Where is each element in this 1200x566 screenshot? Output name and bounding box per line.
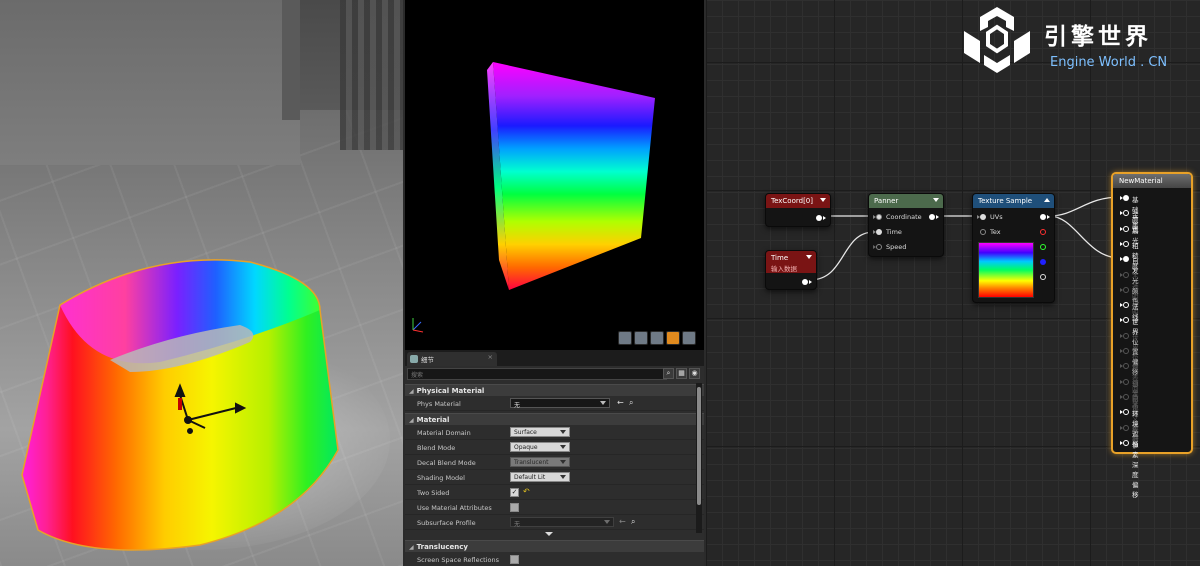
engine-world-logo: 引擎世界 Engine World . CN [960,5,1192,77]
material-editor-window: 细节 × 搜索 ⌕ ▦ ◉ ◢ Physical Material Phys Ma… [0,0,1200,566]
details-panel: 细节 × 搜索 ⌕ ▦ ◉ ◢ Physical Material Phys Ma… [403,350,706,566]
logo-mark-icon [964,7,1030,73]
shading-model-dropdown[interactable]: Default Lit [510,472,570,482]
node-texcoord[interactable]: TexCoord[0] [765,193,831,227]
tab-details-label: 细节 [421,356,434,364]
material-preview-viewport[interactable] [403,0,706,350]
close-icon[interactable]: × [488,353,493,361]
node-new-material-header[interactable]: NewMaterial [1113,174,1191,188]
details-tab-bar: 细节 × [405,350,704,366]
panner-speed-pin[interactable]: Speed [873,243,906,251]
reset-to-default-icon[interactable]: ↶ [523,487,530,496]
decal-blend-mode-dropdown: Translucent [510,457,570,467]
tab-details[interactable]: 细节 × [407,352,497,366]
details-search-row: 搜索 ⌕ ▦ ◉ [407,368,702,382]
chevron-down-icon[interactable] [820,198,826,202]
collapse-arrow-icon: ◢ [409,544,414,551]
collapse-arrow-icon: ◢ [409,417,414,424]
prop-subsurface-profile: Subsurface Profile 无 ← ⌕ [405,515,704,530]
panner-time-pin[interactable]: Time [873,228,902,236]
subsurface-profile-dropdown: 无 [510,517,614,528]
phys-material-dropdown[interactable]: 无 [510,398,610,409]
material-domain-dropdown[interactable]: Surface [510,427,570,437]
node-panner[interactable]: Panner Coordinate Time Speed [868,193,944,257]
search-icon[interactable]: ⌕ [663,368,674,379]
use-selected-arrow-icon[interactable]: ← [617,398,624,407]
grid-view-icon[interactable]: ▦ [676,368,687,379]
scrollbar-thumb[interactable] [697,387,701,505]
prop-use-material-attributes: Use Material Attributes [405,500,704,515]
node-time[interactable]: Time 输入数据 [765,250,817,290]
preview-sphere-button[interactable] [634,331,648,345]
view-options-icon[interactable]: ◉ [689,368,700,379]
use-selected-arrow-icon: ← [619,517,626,526]
node-time-header[interactable]: Time 输入数据 [766,251,816,273]
material-graph-canvas[interactable]: 引擎世界 Engine World . CN TexCoord[0] Time … [706,0,1200,566]
chevron-down-icon[interactable] [806,255,812,259]
collapse-arrow-icon: ◢ [409,388,414,395]
texture-preview-thumbnail [978,242,1034,298]
prop-decal-blend-mode: Decal Blend Mode Translucent [405,455,704,470]
advanced-expand-arrow-icon[interactable] [545,532,553,536]
prop-screen-space-reflections: Screen Space Reflections [405,552,704,566]
details-scrollbar[interactable] [696,383,702,533]
logo-name-en: Engine World . CN [1050,55,1168,70]
preview-plane-button[interactable] [650,331,664,345]
chevron-down-icon[interactable] [933,198,939,202]
texture-tex-pin[interactable]: Tex [977,228,1001,236]
prop-phys-material: Phys Material 无 ← ⌕ [405,396,704,411]
preview-mesh-button[interactable] [682,331,696,345]
node-texcoord-header[interactable]: TexCoord[0] [766,194,830,208]
node-texture-sample[interactable]: Texture Sample UVs Tex [972,193,1055,303]
browse-icon[interactable]: ⌕ [631,517,635,527]
prop-two-sided: Two Sided ✓ ↶ [405,485,704,500]
prop-shading-model: Shading Model Default Lit [405,470,704,485]
viewport-scene [10,259,390,551]
level-viewport[interactable] [0,0,403,566]
logo-name-cn: 引擎世界 [1044,24,1152,50]
node-texture-sample-header[interactable]: Texture Sample [973,194,1054,208]
node-panner-header[interactable]: Panner [869,194,943,208]
chevron-up-icon[interactable] [1044,198,1050,202]
section-physical-material[interactable]: ◢ Physical Material [405,384,704,396]
preview-toolbar [618,331,696,345]
two-sided-checkbox[interactable]: ✓ [510,488,519,497]
section-material[interactable]: ◢ Material [405,413,704,425]
blend-mode-dropdown[interactable]: Opaque [510,442,570,452]
preview-cube [412,62,655,333]
texture-uvs-pin[interactable]: UVs [977,213,1003,221]
preview-cube-button[interactable] [666,331,680,345]
use-material-attributes-checkbox[interactable] [510,503,519,512]
panner-coordinate-pin[interactable]: Coordinate [873,213,922,221]
details-icon [410,355,418,363]
screen-space-reflections-checkbox[interactable] [510,555,519,564]
search-input[interactable]: 搜索 [407,368,667,380]
preview-cylinder-button[interactable] [618,331,632,345]
prop-blend-mode: Blend Mode Opaque [405,440,704,455]
section-translucency[interactable]: ◢ Translucency [405,540,704,552]
node-new-material[interactable]: NewMaterial 基础颜色 金属 高光 粗糙度 自发光颜色 不透明度 不透明蒙板 法线世… [1111,172,1193,499]
prop-material-domain: Material Domain Surface [405,425,704,440]
browse-icon[interactable]: ⌕ [629,398,633,408]
